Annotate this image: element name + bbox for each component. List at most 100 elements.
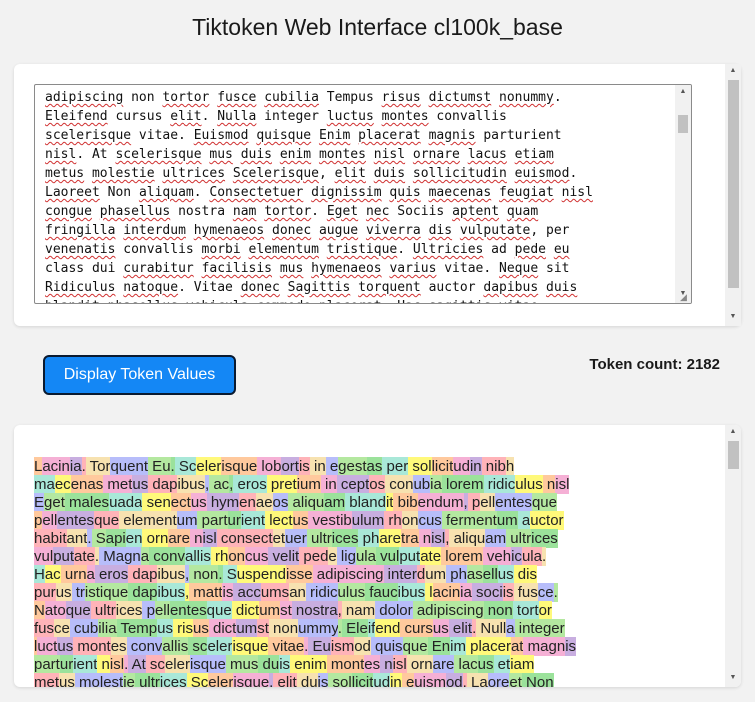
token-chip: et: [509, 673, 522, 687]
scrollbar-thumb[interactable]: [678, 115, 688, 133]
misspelled-word: fusce: [217, 90, 257, 105]
text-run: [272, 147, 280, 162]
token-chip: quis: [370, 637, 403, 656]
text-input-line: congue phasellus nostra nam tortor. Eget…: [45, 202, 667, 221]
token-chip: od: [445, 673, 463, 687]
scroll-up-arrow-icon[interactable]: ▲: [675, 85, 691, 99]
token-chip: ce: [537, 583, 554, 602]
text-run: cursus: [107, 109, 171, 124]
token-chip: us: [292, 511, 309, 530]
token-chip: hym: [206, 493, 240, 512]
misspelled-word: ultrices: [162, 166, 226, 181]
token-chip: us: [497, 565, 514, 584]
token-chip: .: [553, 583, 558, 602]
token-output: Lacinia. Torquent Eu. Scelerisque lobort…: [34, 457, 710, 687]
output-panel-scrollbar[interactable]: ▲ ▼: [725, 425, 741, 687]
token-chip: dap: [128, 565, 158, 584]
token-chip: ub: [413, 475, 431, 494]
token-chip: ant: [66, 529, 88, 548]
token-chip: Tor: [85, 457, 111, 476]
misspelled-word: elit: [170, 109, 202, 124]
token-chip: os: [272, 493, 289, 512]
token-chip: conv: [126, 637, 163, 656]
text-run: . Hac: [382, 299, 429, 303]
token-chip: fauc: [365, 583, 398, 602]
text-run: integer: [256, 109, 327, 124]
resize-grip-icon[interactable]: ◢: [680, 292, 690, 302]
token-chip: matt: [189, 583, 223, 602]
scroll-down-arrow-icon[interactable]: ▼: [725, 671, 741, 685]
token-chip: isl: [109, 655, 125, 674]
token-chip: a: [517, 511, 531, 530]
misspelled-word: nisl: [561, 185, 593, 200]
token-chip: as: [466, 565, 483, 584]
token-chip: Sc: [186, 673, 209, 687]
misspelled-word: quis: [389, 185, 421, 200]
token-chip: isque: [232, 637, 269, 656]
token-chip: are: [379, 529, 402, 548]
token-chip: ma: [34, 475, 55, 494]
scroll-up-arrow-icon[interactable]: ▲: [725, 425, 741, 439]
scrollbar-thumb[interactable]: [728, 80, 739, 288]
token-chip: isl: [392, 655, 407, 674]
misspelled-word: morbi: [201, 242, 241, 257]
text-run: non: [123, 90, 163, 105]
token-chip: es: [364, 655, 381, 674]
token-chip: H: [34, 565, 45, 584]
scroll-up-arrow-icon[interactable]: ▲: [725, 64, 741, 78]
text-input-scrollbar[interactable]: ▲ ▼: [675, 85, 691, 303]
token-chip: pur: [34, 583, 56, 602]
token-chip: in: [320, 475, 337, 494]
token-chip: elit: [273, 673, 297, 687]
token-chip: e: [401, 673, 415, 687]
text-input-line: venenatis convallis morbi elementum tris…: [45, 240, 667, 259]
token-chip: endum: [417, 493, 464, 512]
token-chip: es: [110, 637, 127, 656]
token-chip: istique: [84, 583, 129, 602]
misspelled-word: natoque: [123, 280, 179, 295]
display-token-values-button[interactable]: Display Token Values: [43, 355, 236, 395]
scrollbar-thumb[interactable]: [728, 441, 739, 469]
token-chip: ridic: [483, 475, 516, 494]
text-input-line: nisl. At scelerisque mus duis enim monte…: [45, 145, 667, 164]
token-chip: ph: [358, 529, 380, 548]
token-line: Eget malesuada senectus hymenaeos aliqua…: [34, 493, 710, 512]
scroll-down-arrow-icon[interactable]: ▼: [725, 310, 741, 324]
token-chip: st: [280, 601, 292, 620]
token-chip: isse: [285, 565, 313, 584]
token-chip: aliqu: [288, 493, 325, 512]
text-run: [507, 166, 515, 181]
text-input-content[interactable]: adipiscing non tortor fusce cubilia Temp…: [45, 88, 667, 303]
token-chip: enim: [290, 655, 327, 674]
misspelled-word: metus: [45, 166, 85, 181]
token-chip: n: [190, 529, 203, 548]
token-chip: ur: [59, 655, 74, 674]
misspelled-word: Ridiculus: [45, 280, 116, 295]
input-panel-scrollbar[interactable]: ▲ ▼: [725, 64, 741, 326]
token-chip: us: [132, 475, 149, 494]
token-chip: inter: [383, 565, 417, 584]
token-chip: Eu: [148, 457, 171, 476]
token-chip: entes: [495, 493, 532, 512]
token-chip: sc: [145, 655, 165, 674]
token-chip: ia: [460, 583, 472, 602]
token-chip: um: [236, 619, 258, 638]
token-chip: is: [565, 637, 577, 656]
token-chip: ula: [355, 547, 376, 566]
token-chip: e: [328, 547, 337, 566]
text-run: convallis: [428, 109, 507, 124]
misspelled-word: Laoreet: [45, 185, 100, 200]
token-chip: ort: [281, 457, 299, 476]
token-chip: us: [157, 619, 173, 638]
token-chip: um: [425, 565, 447, 584]
misspelled-word: maecenas: [428, 185, 492, 200]
token-chip: males: [64, 493, 110, 512]
token-chip: molest: [74, 673, 124, 687]
token-chip: on: [401, 511, 419, 530]
token-chip: p: [142, 601, 155, 620]
text-input[interactable]: adipiscing non tortor fusce cubilia Temp…: [34, 84, 692, 304]
text-run: [405, 166, 413, 181]
misspelled-word: phasellus: [108, 299, 178, 303]
token-line: parturient nisl. At scelerisque mus duis…: [34, 655, 710, 674]
text-run: [421, 185, 429, 200]
